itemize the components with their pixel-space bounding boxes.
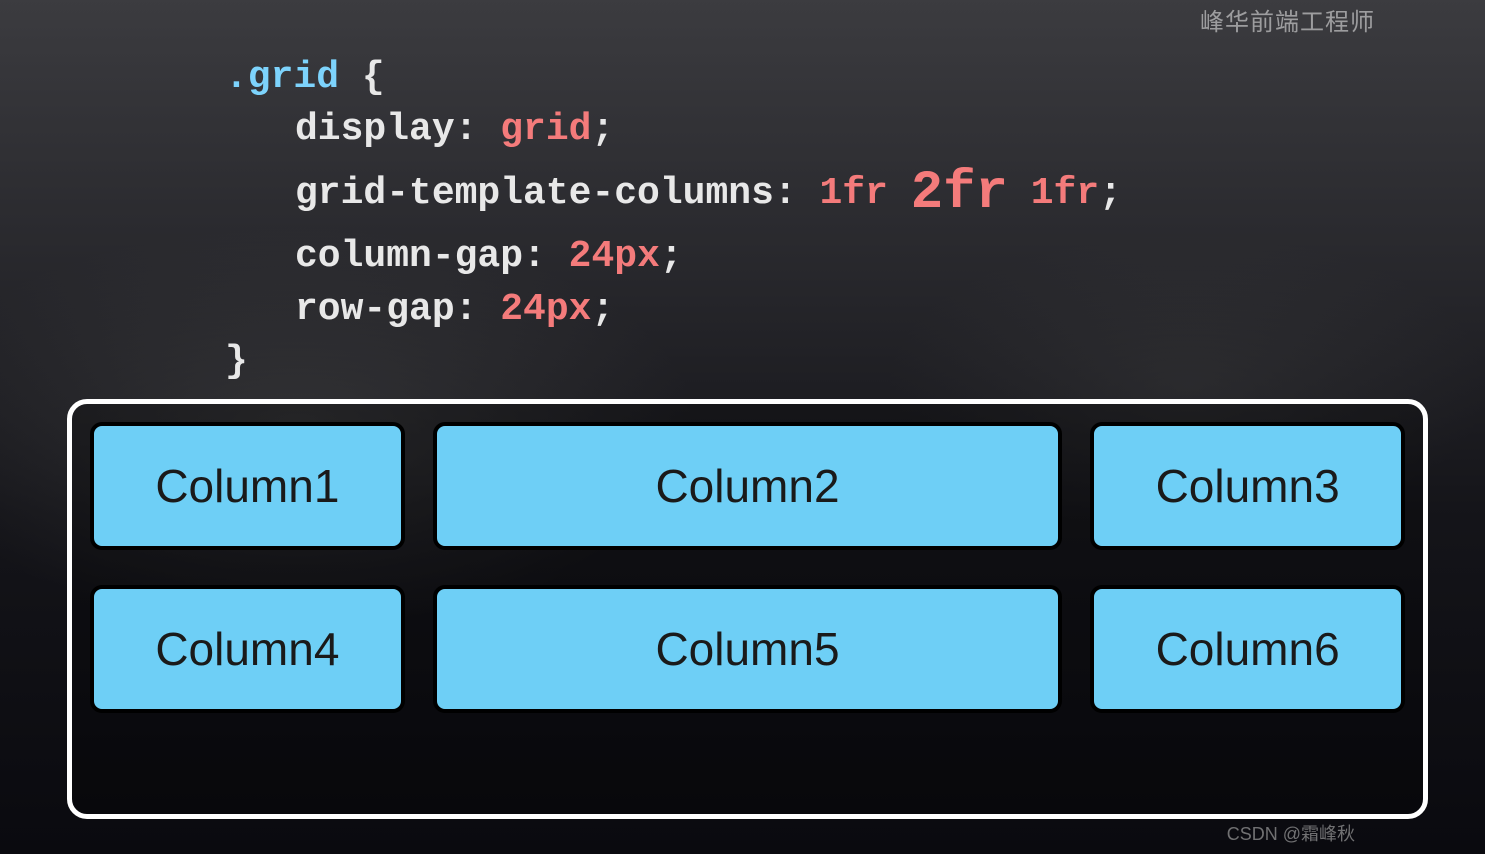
grid-cell: Column2 [433, 422, 1063, 550]
code-prop-display: display [295, 108, 455, 151]
grid-demo: Column1 Column2 Column3 Column4 Column5 … [90, 422, 1405, 724]
grid-cell-label: Column4 [155, 622, 339, 676]
grid-cell: Column4 [90, 585, 405, 713]
grid-cell-label: Column5 [655, 622, 839, 676]
grid-cell-label: Column3 [1156, 459, 1340, 513]
code-value-rowgap: 24px [500, 288, 591, 331]
grid-cell: Column6 [1090, 585, 1405, 713]
watermark-bottom: CSDN @霜峰秋 [1227, 820, 1355, 846]
code-prop-gtc: grid-template-columns [295, 172, 774, 215]
grid-cell-label: Column1 [155, 459, 339, 513]
grid-cell: Column5 [433, 585, 1063, 713]
code-prop-colgap: column-gap [295, 235, 523, 278]
grid-demo-container: Column1 Column2 Column3 Column4 Column5 … [67, 399, 1428, 819]
code-brace-close: } [225, 340, 248, 383]
code-value-colgap: 24px [569, 235, 660, 278]
code-prop-rowgap: row-gap [295, 288, 455, 331]
watermark-top: 峰华前端工程师 [1200, 2, 1375, 37]
code-value-display: grid [500, 108, 591, 151]
grid-cell-label: Column6 [1156, 622, 1340, 676]
grid-cell: Column1 [90, 422, 405, 550]
grid-cell-label: Column2 [655, 459, 839, 513]
css-code-block: .grid { display: grid; grid-template-col… [225, 52, 1122, 389]
code-selector: .grid [225, 56, 339, 99]
grid-cell: Column3 [1090, 422, 1405, 550]
code-value-emphasized: 2fr [911, 163, 1008, 224]
code-brace-open: { [339, 56, 385, 99]
